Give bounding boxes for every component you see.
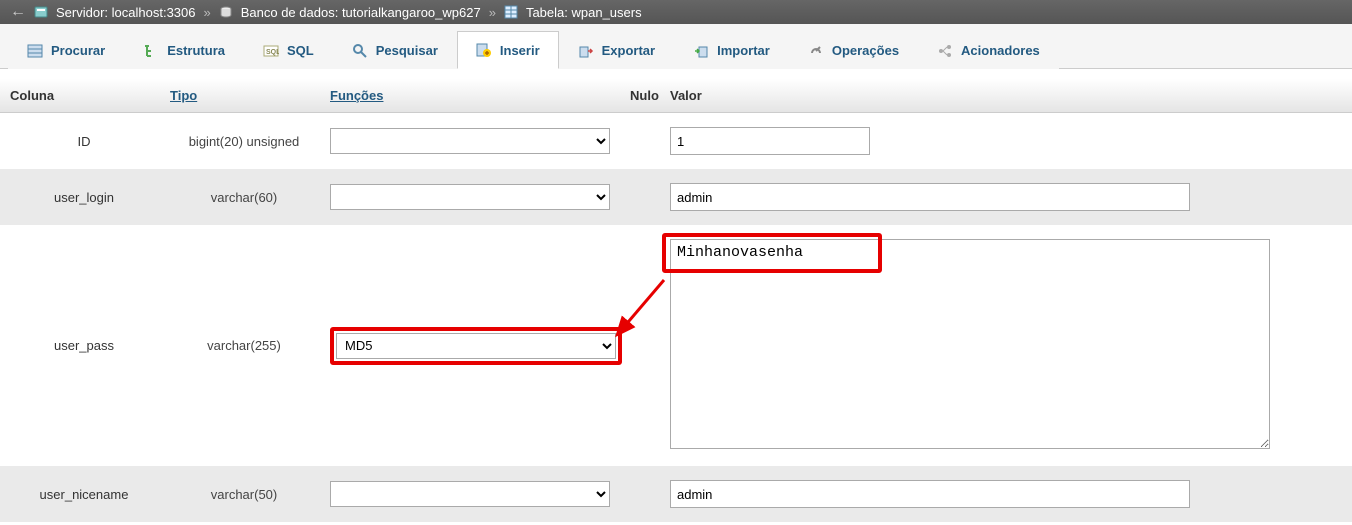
tab-label: SQL [287,43,314,58]
tab-import[interactable]: Importar [674,31,789,69]
insert-form: Coluna Tipo Funções Nulo Valor ID bigint… [0,69,1352,522]
database-icon [219,5,233,19]
operations-icon [808,43,824,59]
tab-label: Pesquisar [376,43,438,58]
tab-search[interactable]: Pesquisar [333,31,457,69]
tab-label: Operações [832,43,899,58]
function-select-user-pass[interactable]: MD5 [336,333,616,359]
breadcrumb-server[interactable]: Servidor: localhost:3306 [56,5,196,20]
function-select-id[interactable] [330,128,610,154]
header-type[interactable]: Tipo [164,86,324,105]
field-type: varchar(50) [164,483,324,506]
back-arrow-icon[interactable]: ← [8,3,28,21]
triggers-icon [937,43,953,59]
function-select-user-nicename[interactable] [330,481,610,507]
tab-browse[interactable]: Procurar [8,31,124,69]
header-null: Nulo [624,86,664,105]
field-type: varchar(255) [164,334,324,357]
header-function[interactable]: Funções [324,86,624,105]
tab-operations[interactable]: Operações [789,31,918,69]
sql-icon: SQL [263,43,279,59]
field-name: ID [4,130,164,153]
value-input-id[interactable] [670,127,870,155]
value-input-user-nicename[interactable] [670,480,1190,508]
breadcrumb-separator: » [204,5,211,20]
tab-triggers[interactable]: Acionadores [918,31,1059,69]
svg-text:SQL: SQL [266,49,279,56]
tab-label: Exportar [602,43,655,58]
value-input-user-login[interactable] [670,183,1190,211]
tab-label: Importar [717,43,770,58]
header-value: Valor [664,86,1348,105]
field-name: user_login [4,186,164,209]
tab-label: Procurar [51,43,105,58]
breadcrumb-separator: » [489,5,496,20]
field-row-user-nicename: user_nicename varchar(50) [0,466,1352,522]
tab-label: Inserir [500,43,540,58]
insert-icon [476,42,492,58]
tab-label: Estrutura [167,43,225,58]
field-row-id: ID bigint(20) unsigned [0,113,1352,169]
field-name: user_nicename [4,483,164,506]
header-column: Coluna [4,86,164,105]
tab-sql[interactable]: SQL SQL [244,31,333,69]
column-headers: Coluna Tipo Funções Nulo Valor [0,79,1352,113]
tab-label: Acionadores [961,43,1040,58]
breadcrumb: ← Servidor: localhost:3306 » Banco de da… [0,0,1352,24]
tab-bar: Procurar Estrutura SQL SQL Pesquisar Ins… [0,24,1352,69]
server-icon [34,5,48,19]
field-name: user_pass [4,334,164,357]
breadcrumb-database[interactable]: Banco de dados: tutorialkangaroo_wp627 [241,5,481,20]
structure-icon [143,43,159,59]
table-icon [504,5,518,19]
function-select-user-login[interactable] [330,184,610,210]
search-icon [352,43,368,59]
field-type: bigint(20) unsigned [164,130,324,153]
field-row-user-pass: user_pass varchar(255) MD5 [0,225,1352,466]
field-row-user-login: user_login varchar(60) [0,169,1352,225]
tab-structure[interactable]: Estrutura [124,31,244,69]
field-type: varchar(60) [164,186,324,209]
breadcrumb-table[interactable]: Tabela: wpan_users [526,5,642,20]
annotation-highlight-md5-select: MD5 [330,327,622,365]
import-icon [693,43,709,59]
tab-insert[interactable]: Inserir [457,31,559,69]
tab-export[interactable]: Exportar [559,31,674,69]
export-icon [578,43,594,59]
value-textarea-user-pass[interactable] [670,239,1270,449]
browse-icon [27,43,43,59]
